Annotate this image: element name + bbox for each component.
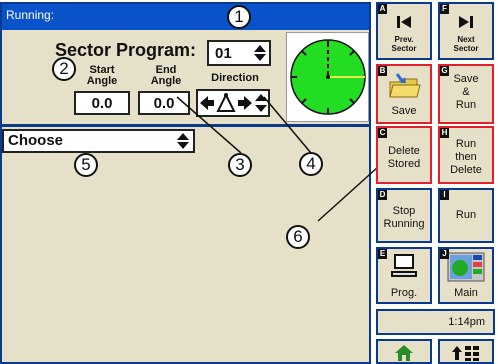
stop-running-button[interactable]: D Stop Running — [376, 188, 432, 243]
home-icon — [395, 345, 413, 361]
home-button[interactable] — [376, 339, 432, 364]
callout-6: 6 — [286, 225, 310, 249]
run-button[interactable]: I Run — [438, 188, 494, 243]
next-sector-button[interactable]: F Next Sector — [438, 2, 494, 60]
callout-4: 4 — [299, 152, 323, 176]
clock-display: 1:14pm — [376, 309, 495, 335]
main-screen-icon — [447, 252, 485, 282]
callout-1: 1 — [227, 5, 251, 29]
run-then-delete-button[interactable]: H Run then Delete — [438, 126, 494, 184]
skip-forward-icon — [459, 16, 473, 28]
callout-5: 5 — [74, 153, 98, 177]
callout-2: 2 — [52, 57, 76, 81]
main-button[interactable]: J Main — [438, 247, 494, 304]
prev-sector-button[interactable]: A Prev. Sector — [376, 2, 432, 60]
menu-up-button[interactable] — [438, 339, 494, 364]
prog-button[interactable]: E Prog. — [376, 247, 432, 304]
arrow-up-grid-icon — [452, 346, 479, 361]
save-and-run-button[interactable]: G Save & Run — [438, 64, 494, 124]
skip-back-icon — [397, 16, 411, 28]
delete-stored-button[interactable]: C Delete Stored — [376, 126, 432, 184]
folder-save-icon — [389, 73, 421, 98]
save-button[interactable]: B Save — [376, 64, 432, 124]
computer-icon — [391, 254, 417, 277]
callout-3: 3 — [228, 153, 252, 177]
